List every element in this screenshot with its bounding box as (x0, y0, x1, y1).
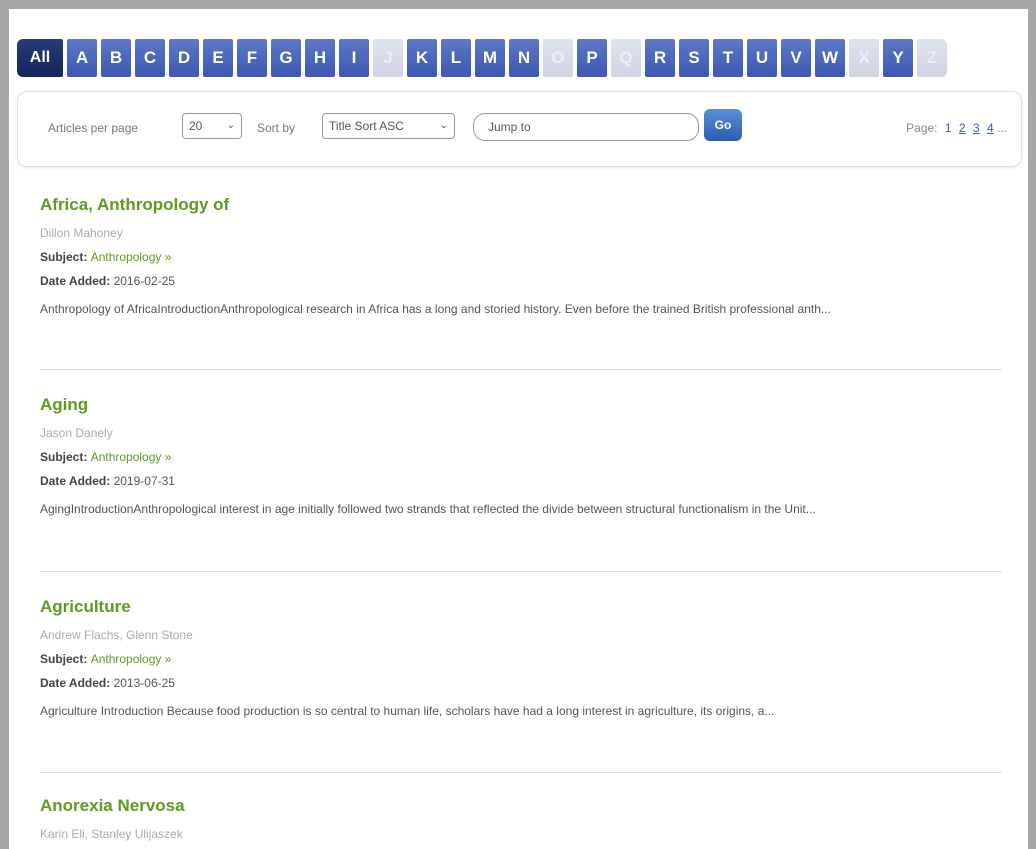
letter-filter-n[interactable]: N (509, 39, 539, 77)
per-page-select[interactable]: 20 ⌄ (182, 113, 242, 139)
letter-filter-r[interactable]: R (645, 39, 675, 77)
letter-filter-w[interactable]: W (815, 39, 845, 77)
pagination: Page: 1 2 3 4 ... (906, 121, 1007, 135)
letter-filter-j: J (373, 39, 403, 77)
article-date: Date Added: 2019-07-31 (40, 474, 1006, 488)
letter-filter-b[interactable]: B (101, 39, 131, 77)
letter-filter-d[interactable]: D (169, 39, 199, 77)
article-item: Africa, Anthropology of Dillon Mahoney S… (40, 195, 1006, 320)
date-label: Date Added: (40, 274, 111, 288)
article-title[interactable]: Africa, Anthropology of (40, 195, 1006, 215)
sort-value: Title Sort ASC (329, 119, 404, 133)
pages-more: ... (996, 121, 1007, 135)
sort-select[interactable]: Title Sort ASC ⌄ (322, 113, 455, 139)
page-link-2[interactable]: 2 (959, 121, 966, 135)
letter-filter-o: O (543, 39, 573, 77)
subject-label: Subject: (40, 450, 88, 464)
list-controls: Articles per page 20 ⌄ Sort by Title Sor… (17, 91, 1022, 167)
article-excerpt: AgingIntroductionAnthropological interes… (40, 502, 816, 516)
date-label: Date Added: (40, 676, 111, 690)
article-subject: Subject: Anthropology » (40, 652, 1006, 666)
subject-label: Subject: (40, 652, 88, 666)
per-page-value: 20 (189, 119, 203, 133)
divider (40, 571, 1002, 572)
article-date: Date Added: 2016-02-25 (40, 274, 1006, 288)
jump-to-input[interactable]: Jump to (473, 113, 699, 141)
letter-filter-c[interactable]: C (135, 39, 165, 77)
article-excerpt: Anthropology of AfricaIntroductionAnthro… (40, 302, 831, 316)
subject-link[interactable]: Anthropology » (91, 450, 172, 464)
letter-filter-s[interactable]: S (679, 39, 709, 77)
sort-label: Sort by (257, 121, 296, 135)
article-authors: Andrew Flachs, Glenn Stone (40, 628, 193, 642)
letter-filter-x: X (849, 39, 879, 77)
subject-link[interactable]: Anthropology » (91, 250, 172, 264)
article-title[interactable]: Agriculture (40, 597, 1006, 617)
letter-filter-e[interactable]: E (203, 39, 233, 77)
date-value: 2013-06-25 (113, 676, 175, 690)
article-item: Anorexia Nervosa Karin Eli, Stanley Ulij… (40, 796, 1006, 841)
chevron-down-icon: ⌄ (439, 120, 448, 131)
page-label: Page: (906, 121, 938, 135)
letter-filter-t[interactable]: T (713, 39, 743, 77)
article-title[interactable]: Anorexia Nervosa (40, 796, 1006, 816)
letter-filter-g[interactable]: G (271, 39, 301, 77)
content-frame: All A B C D E F G H I J K L M N O P Q R S T U V W X Y Z Articles p… (9, 9, 1028, 849)
letter-filter-v[interactable]: V (781, 39, 811, 77)
article-title[interactable]: Aging (40, 395, 1006, 415)
letter-filter-l[interactable]: L (441, 39, 471, 77)
date-value: 2019-07-31 (113, 474, 175, 488)
page-link-3[interactable]: 3 (973, 121, 980, 135)
article-subject: Subject: Anthropology » (40, 450, 1006, 464)
chevron-down-icon: ⌄ (226, 120, 235, 131)
letter-filter-f[interactable]: F (237, 39, 267, 77)
go-button[interactable]: Go (704, 109, 742, 141)
letter-filter-k[interactable]: K (407, 39, 437, 77)
alphabet-filter: All A B C D E F G H I J K L M N O P Q R S T U V W X Y Z (17, 36, 1018, 80)
article-authors: Karin Eli, Stanley Ulijaszek (40, 827, 183, 841)
article-date: Date Added: 2013-06-25 (40, 676, 1006, 690)
letter-filter-y[interactable]: Y (883, 39, 913, 77)
date-label: Date Added: (40, 474, 111, 488)
letter-filter-m[interactable]: M (475, 39, 505, 77)
divider (40, 772, 1002, 773)
subject-link[interactable]: Anthropology » (91, 652, 172, 666)
per-page-label: Articles per page (48, 121, 139, 135)
date-value: 2016-02-25 (113, 274, 175, 288)
letter-filter-all[interactable]: All (17, 39, 63, 77)
article-excerpt: Agriculture Introduction Because food pr… (40, 704, 775, 718)
letter-filter-p[interactable]: P (577, 39, 607, 77)
article-authors: Jason Danely (40, 426, 113, 440)
article-subject: Subject: Anthropology » (40, 250, 1006, 264)
article-authors: Dillon Mahoney (40, 226, 123, 240)
page-link-1[interactable]: 1 (945, 121, 952, 135)
letter-filter-a[interactable]: A (67, 39, 97, 77)
letter-filter-z: Z (917, 39, 947, 77)
letter-filter-i[interactable]: I (339, 39, 369, 77)
page-link-4[interactable]: 4 (987, 121, 994, 135)
subject-label: Subject: (40, 250, 88, 264)
letter-filter-h[interactable]: H (305, 39, 335, 77)
jump-to-placeholder: Jump to (488, 120, 531, 134)
letter-filter-q: Q (611, 39, 641, 77)
article-item: Agriculture Andrew Flachs, Glenn Stone S… (40, 597, 1006, 722)
article-item: Aging Jason Danely Subject: Anthropology… (40, 395, 1006, 520)
letter-filter-u[interactable]: U (747, 39, 777, 77)
divider (40, 369, 1002, 370)
